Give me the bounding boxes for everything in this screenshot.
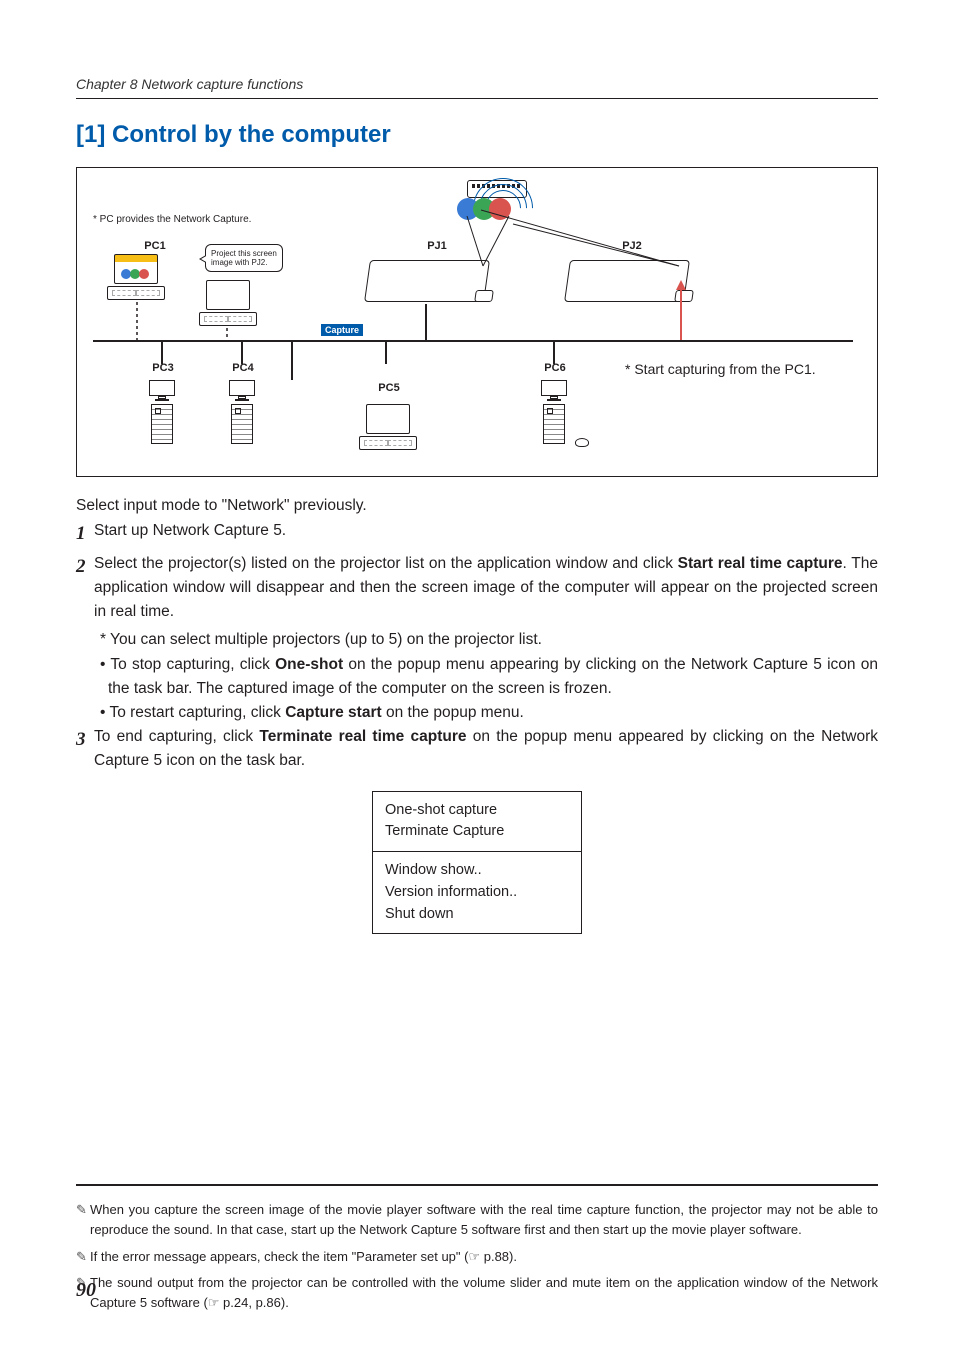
label-pc5: PC5 bbox=[369, 382, 409, 394]
step-2-sub: * You can select multiple projectors (up… bbox=[100, 628, 878, 652]
popup-item: One-shot capture bbox=[385, 800, 569, 822]
step-number: 3 bbox=[76, 725, 94, 773]
text: p.24, p.86). bbox=[219, 1295, 288, 1310]
section-title: [1] Control by the computer bbox=[76, 121, 878, 149]
step-body: Start up Network Capture 5. bbox=[94, 519, 878, 548]
bold-text: One-shot bbox=[275, 656, 343, 673]
pencil-icon: ✎ bbox=[76, 1200, 90, 1240]
text: • To restart capturing, click bbox=[100, 704, 285, 721]
step-3: 3 To end capturing, click Terminate real… bbox=[76, 725, 878, 773]
step-body: To end capturing, click Terminate real t… bbox=[94, 725, 878, 773]
projector-icon bbox=[567, 260, 687, 315]
pointer-icon: ☞ bbox=[208, 1295, 220, 1310]
label-pc3: PC3 bbox=[143, 362, 183, 374]
popup-item: Window show.. bbox=[385, 860, 569, 882]
footnotes: ✎ When you capture the screen image of t… bbox=[76, 1200, 878, 1313]
bold-text: Start real time capture bbox=[678, 555, 843, 572]
label-pc4: PC4 bbox=[223, 362, 263, 374]
laptop-icon bbox=[359, 404, 417, 450]
page-number: 90 bbox=[76, 1279, 96, 1302]
projector-icon bbox=[367, 260, 487, 315]
footnote: ✎ When you capture the screen image of t… bbox=[76, 1200, 878, 1240]
step-number: 2 bbox=[76, 552, 94, 624]
network-diagram: * PC provides the Network Capture. PC1 P… bbox=[76, 167, 878, 477]
mouse-icon bbox=[575, 438, 589, 447]
laptop-icon bbox=[199, 280, 257, 326]
circle-icon bbox=[489, 198, 511, 220]
chapter-heading: Chapter 8 Network capture functions bbox=[76, 76, 878, 99]
step-2-sub: • To restart capturing, click Capture st… bbox=[100, 701, 878, 725]
text: To end capturing, click bbox=[94, 728, 259, 745]
text: If the error message appears, check the … bbox=[90, 1249, 468, 1264]
speech-balloon: Project this screen image with PJ2. bbox=[205, 244, 283, 272]
label-pc1: PC1 bbox=[135, 240, 175, 252]
bold-text: Capture start bbox=[285, 704, 381, 721]
footnote-text: When you capture the screen image of the… bbox=[90, 1200, 878, 1240]
label-pc6: PC6 bbox=[535, 362, 575, 374]
footnote: ✎ The sound output from the projector ca… bbox=[76, 1273, 878, 1313]
footnote-text: The sound output from the projector can … bbox=[90, 1273, 878, 1313]
text: p.88). bbox=[480, 1249, 517, 1264]
step-2: 2 Select the projector(s) listed on the … bbox=[76, 552, 878, 624]
tower-pc-icon bbox=[147, 380, 177, 444]
tower-pc-icon bbox=[227, 380, 257, 444]
intro-text: Select input mode to "Network" previousl… bbox=[76, 497, 878, 515]
tower-pc-icon bbox=[539, 380, 569, 444]
label-pj2: PJ2 bbox=[612, 240, 652, 252]
network-line bbox=[93, 340, 853, 342]
step-1: 1 Start up Network Capture 5. bbox=[76, 519, 878, 548]
popup-menu-figure: One-shot capture Terminate Capture Windo… bbox=[372, 791, 582, 935]
diagram-side-note: * Start capturing from the PC1. bbox=[625, 360, 845, 380]
popup-item: Terminate Capture bbox=[385, 821, 569, 843]
step-2-sub: • To stop capturing, click One-shot on t… bbox=[100, 653, 878, 701]
pencil-icon: ✎ bbox=[76, 1247, 90, 1267]
text: on the popup menu. bbox=[382, 704, 524, 721]
footnote-text: If the error message appears, check the … bbox=[90, 1247, 878, 1267]
laptop-icon bbox=[107, 254, 165, 300]
pointer-icon: ☞ bbox=[468, 1249, 480, 1264]
popup-item: Shut down bbox=[385, 904, 569, 926]
footnote-rule bbox=[76, 1184, 878, 1186]
diagram-caption: * PC provides the Network Capture. bbox=[93, 214, 251, 225]
label-pj1: PJ1 bbox=[417, 240, 457, 252]
bold-text: Terminate real time capture bbox=[259, 728, 466, 745]
text: Select the projector(s) listed on the pr… bbox=[94, 555, 678, 572]
step-body: Select the projector(s) listed on the pr… bbox=[94, 552, 878, 624]
capture-tag: Capture bbox=[321, 324, 363, 336]
footnote: ✎ If the error message appears, check th… bbox=[76, 1247, 878, 1267]
popup-item: Version information.. bbox=[385, 882, 569, 904]
text: • To stop capturing, click bbox=[100, 656, 275, 673]
step-number: 1 bbox=[76, 519, 94, 548]
